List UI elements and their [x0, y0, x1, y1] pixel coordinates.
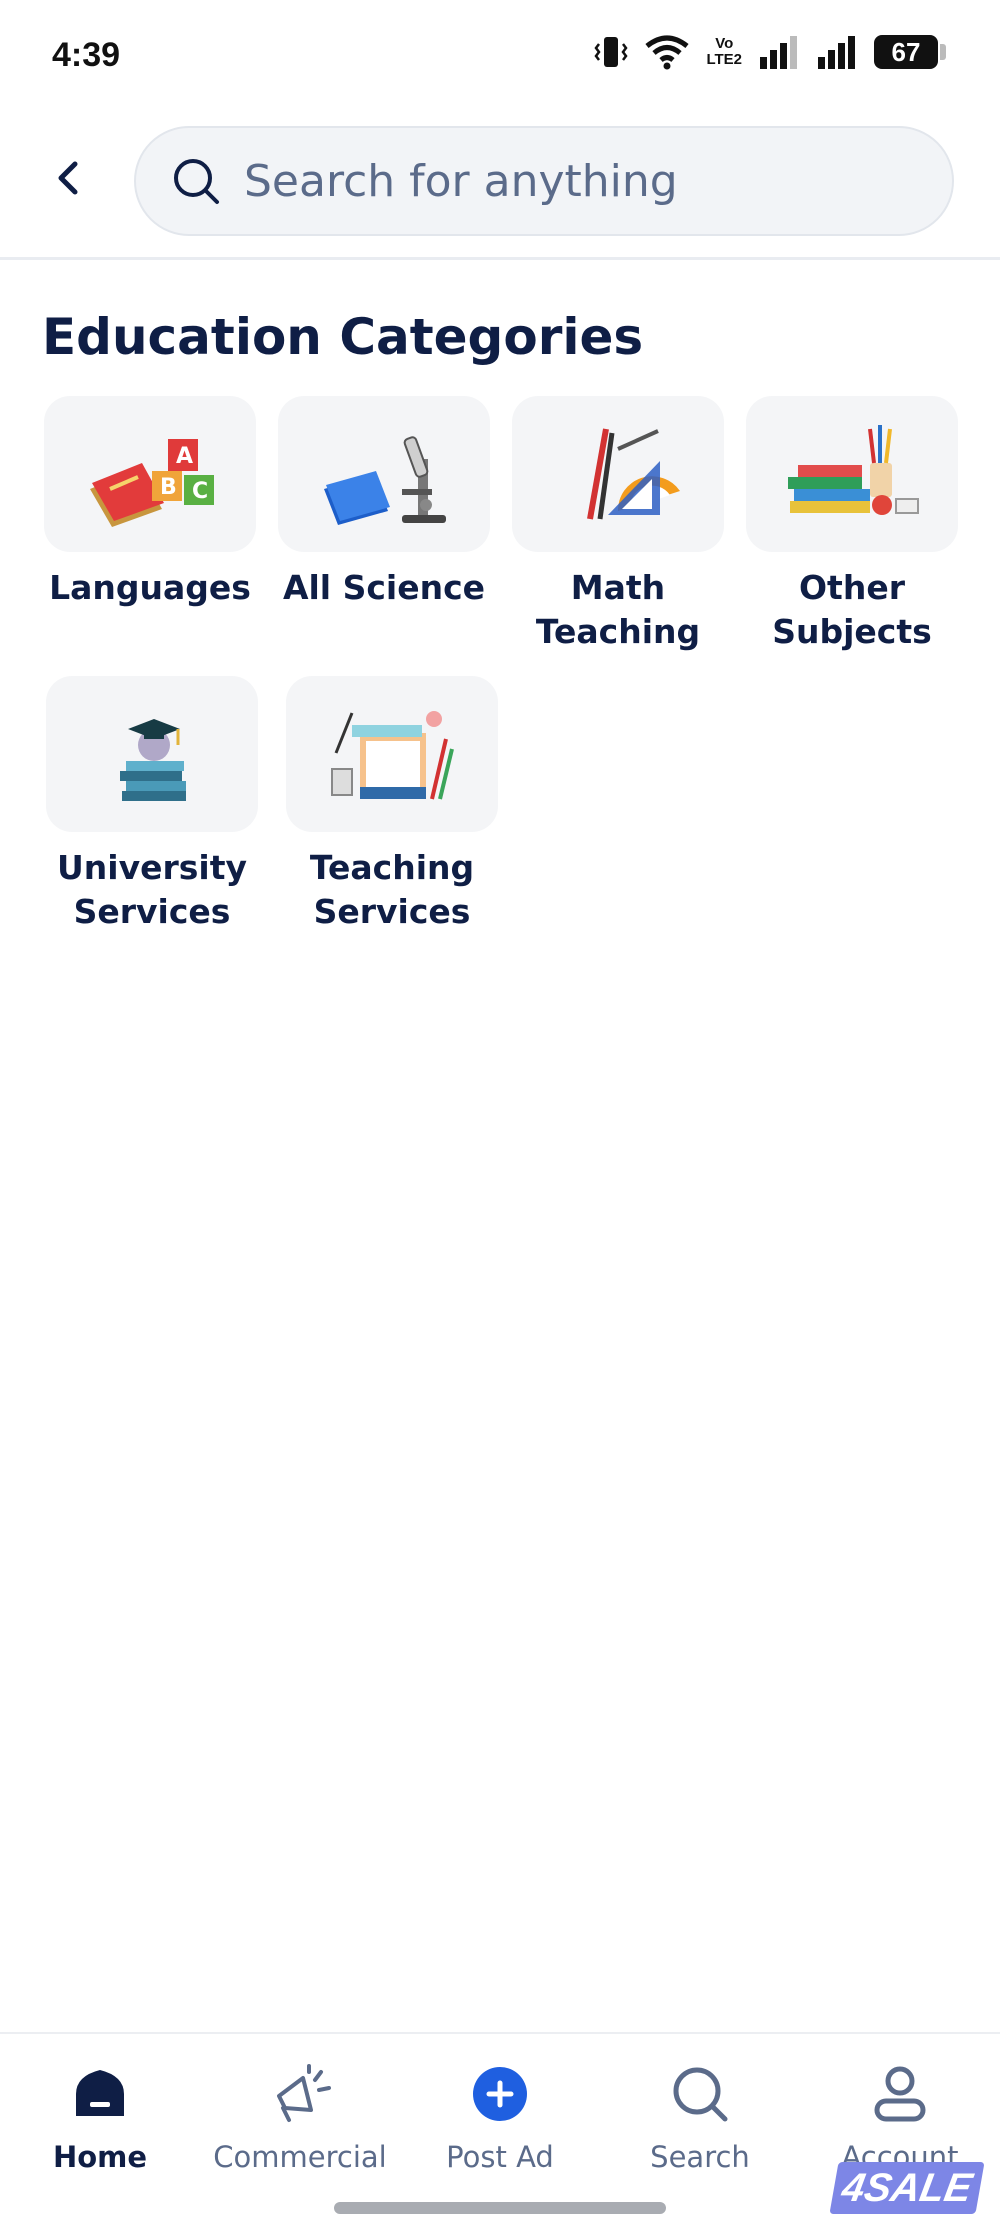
category-tile	[746, 396, 958, 552]
signal-icon-2	[818, 36, 855, 69]
nav-item-home[interactable]: Home	[0, 2062, 200, 2174]
plus-circle-icon	[473, 2067, 527, 2121]
search-placeholder: Search for anything	[244, 155, 678, 207]
nav-label: Home	[52, 2140, 148, 2174]
brand-watermark: 4SALE	[829, 2162, 985, 2214]
back-button[interactable]	[40, 150, 96, 206]
ruler-protractor-pencil-icon	[587, 428, 680, 520]
user-icon	[874, 2066, 926, 2122]
nav-item-post-ad[interactable]: Post Ad	[400, 2062, 600, 2174]
page-title: Education Categories	[42, 308, 644, 366]
category-label: All Science	[282, 568, 486, 607]
volte-indicator: Vo LTE2	[706, 35, 742, 68]
megaphone-icon	[277, 2064, 331, 2122]
search-input[interactable]: Search for anything	[134, 126, 954, 236]
status-icons: Vo LTE2 67	[594, 34, 946, 70]
category-teaching-services[interactable]: Teaching Services	[284, 676, 500, 934]
nav-label: Search	[650, 2140, 750, 2174]
search-icon	[174, 159, 219, 204]
search-header: Search for anything	[0, 110, 1000, 260]
svg-text:C: C	[192, 479, 208, 504]
chevron-left-icon	[58, 161, 78, 195]
svg-text:B: B	[160, 475, 177, 500]
category-tile	[278, 396, 490, 552]
microscope-book-icon	[324, 436, 446, 525]
nav-item-commercial[interactable]: Commercial	[200, 2062, 400, 2174]
nav-item-account[interactable]: Account	[800, 2062, 1000, 2174]
status-bar: 4:39 Vo LTE2 67	[0, 0, 1000, 110]
category-university-services[interactable]: University Services	[44, 676, 260, 934]
category-all-science[interactable]: All Science	[276, 396, 492, 610]
abc-blocks-books-icon: B C A	[90, 439, 214, 527]
graduation-cap-books-icon	[120, 719, 186, 801]
home-indicator[interactable]	[334, 2202, 666, 2214]
status-time: 4:39	[52, 36, 121, 74]
category-tile	[286, 676, 498, 832]
category-tile: B C A	[44, 396, 256, 552]
category-math-teaching[interactable]: Math Teaching	[510, 396, 726, 654]
category-other-subjects[interactable]: Other Subjects	[744, 396, 960, 654]
category-label: Teaching Services	[309, 848, 475, 931]
home-icon	[76, 2070, 124, 2116]
wifi-icon	[645, 35, 689, 70]
category-label: Languages	[49, 568, 251, 607]
category-tile	[512, 396, 724, 552]
category-tile	[46, 676, 258, 832]
nav-item-search[interactable]: Search	[600, 2062, 800, 2174]
category-label: University Services	[56, 848, 247, 931]
svg-text:A: A	[176, 444, 193, 469]
category-label: Other Subjects	[772, 568, 932, 651]
nav-label: Commercial	[213, 2140, 387, 2174]
category-languages[interactable]: B C A Languages	[42, 396, 258, 610]
category-label: Math Teaching	[535, 568, 701, 651]
books-pencil-cup-icon	[788, 425, 919, 515]
battery-indicator: 67	[874, 35, 946, 69]
signal-icon	[760, 36, 797, 69]
nav-label: Post Ad	[446, 2140, 554, 2174]
vibrate-icon	[594, 37, 628, 67]
stationery-board-icon	[331, 711, 454, 800]
search-icon	[673, 2067, 728, 2122]
